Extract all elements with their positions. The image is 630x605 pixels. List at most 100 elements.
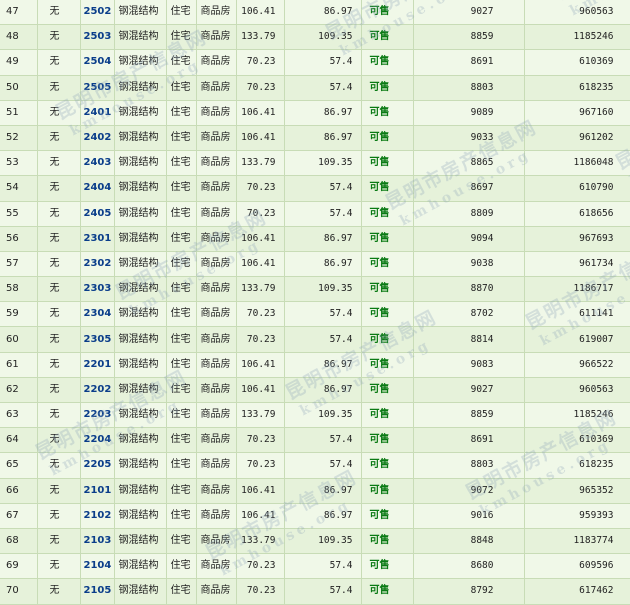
- cell-usage: 住宅: [166, 452, 197, 479]
- cell-total-price: 960563: [524, 377, 630, 404]
- cell-unit-price: 8803: [413, 75, 525, 101]
- cell-sale-status: 可售: [361, 251, 414, 278]
- cell-sale-status: 可售: [361, 578, 414, 605]
- table-row: 67 无 2102 钢混结构 住宅 商品房 106.41 86.97 可售 9016 959393: [0, 503, 630, 529]
- cell-direction: 无: [37, 75, 81, 101]
- room-link[interactable]: 2401: [84, 107, 112, 118]
- cell-row-number: 61: [0, 352, 38, 378]
- cell-inner-area: 57.4: [284, 553, 362, 580]
- cell-structure: 钢混结构: [114, 478, 167, 504]
- cell-room-number-link: 2101: [80, 478, 115, 504]
- cell-structure: 钢混结构: [114, 226, 167, 252]
- cell-build-area: 106.41: [236, 0, 285, 26]
- cell-direction: 无: [37, 528, 81, 555]
- room-link[interactable]: 2402: [84, 132, 112, 143]
- cell-total-price: 618235: [524, 75, 630, 101]
- cell-sale-status: 可售: [361, 478, 414, 504]
- room-link[interactable]: 2505: [84, 82, 112, 93]
- table-row: 58 无 2303 钢混结构 住宅 商品房 133.79 109.35 可售 8870 118671…: [0, 276, 630, 303]
- room-link[interactable]: 2403: [84, 157, 112, 168]
- cell-unit-price: 9038: [413, 251, 525, 278]
- table-row: 54 无 2404 钢混结构 住宅 商品房 70.23 57.4 可售 8697 610790: [0, 175, 630, 202]
- cell-property-type: 商品房: [196, 528, 237, 555]
- cell-structure: 钢混结构: [114, 503, 167, 529]
- cell-inner-area: 86.97: [284, 100, 362, 126]
- cell-room-number-link: 2305: [80, 326, 115, 353]
- cell-direction: 无: [37, 0, 81, 26]
- cell-inner-area: 86.97: [284, 0, 362, 26]
- room-link[interactable]: 2103: [84, 535, 112, 546]
- cell-total-price: 1186717: [524, 276, 630, 303]
- room-link[interactable]: 2304: [84, 308, 112, 319]
- cell-property-type: 商品房: [196, 0, 237, 26]
- cell-row-number: 59: [0, 301, 38, 328]
- cell-unit-price: 8680: [413, 553, 525, 580]
- cell-structure: 钢混结构: [114, 352, 167, 378]
- room-link[interactable]: 2305: [84, 334, 112, 345]
- cell-usage: 住宅: [166, 301, 197, 328]
- cell-sale-status: 可售: [361, 326, 414, 353]
- cell-total-price: 609596: [524, 553, 630, 580]
- cell-row-number: 58: [0, 276, 38, 303]
- cell-build-area: 133.79: [236, 528, 285, 555]
- cell-total-price: 961734: [524, 251, 630, 278]
- room-link[interactable]: 2202: [84, 384, 112, 395]
- cell-sale-status: 可售: [361, 100, 414, 126]
- cell-inner-area: 86.97: [284, 503, 362, 529]
- cell-structure: 钢混结构: [114, 528, 167, 555]
- cell-unit-price: 9027: [413, 0, 525, 26]
- cell-unit-price: 9094: [413, 226, 525, 252]
- cell-row-number: 60: [0, 326, 38, 353]
- cell-sale-status: 可售: [361, 49, 414, 76]
- room-link[interactable]: 2204: [84, 434, 112, 445]
- cell-usage: 住宅: [166, 0, 197, 26]
- cell-property-type: 商品房: [196, 276, 237, 303]
- cell-sale-status: 可售: [361, 175, 414, 202]
- cell-row-number: 63: [0, 402, 38, 429]
- cell-unit-price: 8814: [413, 326, 525, 353]
- cell-row-number: 67: [0, 503, 38, 529]
- room-link[interactable]: 2301: [84, 233, 112, 244]
- cell-total-price: 1186048: [524, 150, 630, 177]
- cell-row-number: 52: [0, 125, 38, 152]
- table-row: 63 无 2203 钢混结构 住宅 商品房 133.79 109.35 可售 8859 118524…: [0, 402, 630, 429]
- cell-build-area: 106.41: [236, 503, 285, 529]
- room-link[interactable]: 2502: [84, 6, 112, 17]
- cell-usage: 住宅: [166, 100, 197, 126]
- room-link[interactable]: 2205: [84, 459, 112, 470]
- room-link[interactable]: 2104: [84, 560, 112, 571]
- room-link[interactable]: 2504: [84, 56, 112, 67]
- room-link[interactable]: 2302: [84, 258, 112, 269]
- cell-property-type: 商品房: [196, 100, 237, 126]
- cell-row-number: 53: [0, 150, 38, 177]
- room-link[interactable]: 2201: [84, 359, 112, 370]
- cell-build-area: 133.79: [236, 150, 285, 177]
- room-link[interactable]: 2405: [84, 208, 112, 219]
- table-row: 69 无 2104 钢混结构 住宅 商品房 70.23 57.4 可售 8680 609596: [0, 553, 630, 580]
- cell-row-number: 47: [0, 0, 38, 26]
- cell-direction: 无: [37, 402, 81, 429]
- room-link[interactable]: 2303: [84, 283, 112, 294]
- room-link[interactable]: 2404: [84, 182, 112, 193]
- cell-room-number-link: 2401: [80, 100, 115, 126]
- room-link[interactable]: 2101: [84, 485, 112, 496]
- room-link[interactable]: 2203: [84, 409, 112, 420]
- cell-build-area: 106.41: [236, 100, 285, 126]
- cell-total-price: 1185246: [524, 24, 630, 51]
- cell-sale-status: 可售: [361, 201, 414, 227]
- cell-row-number: 51: [0, 100, 38, 126]
- room-link[interactable]: 2503: [84, 31, 112, 42]
- room-link[interactable]: 2105: [84, 585, 112, 596]
- cell-sale-status: 可售: [361, 0, 414, 26]
- cell-usage: 住宅: [166, 528, 197, 555]
- cell-room-number-link: 2502: [80, 0, 115, 26]
- table-row: 64 无 2204 钢混结构 住宅 商品房 70.23 57.4 可售 8691 610369: [0, 427, 630, 454]
- cell-inner-area: 57.4: [284, 326, 362, 353]
- cell-property-type: 商品房: [196, 226, 237, 252]
- cell-build-area: 70.23: [236, 75, 285, 101]
- cell-usage: 住宅: [166, 75, 197, 101]
- cell-unit-price: 9072: [413, 478, 525, 504]
- cell-sale-status: 可售: [361, 377, 414, 404]
- room-link[interactable]: 2102: [84, 510, 112, 521]
- cell-direction: 无: [37, 100, 81, 126]
